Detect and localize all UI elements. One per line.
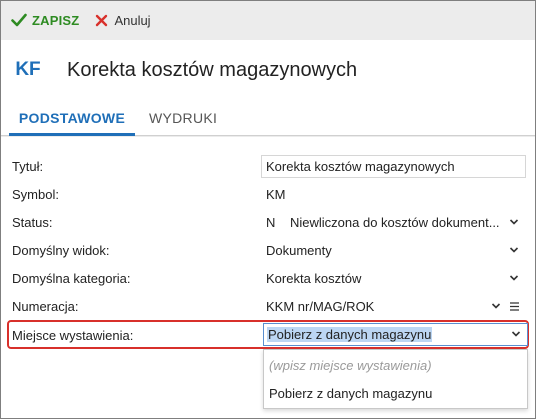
place-value: Pobierz z danych magazynu (267, 327, 433, 342)
default-view-select[interactable]: Dokumenty (261, 239, 526, 262)
default-view-label: Domyślny widok: (12, 243, 110, 258)
symbol-label: Symbol: (12, 187, 59, 202)
place-option-item[interactable]: Pobierz z danych magazynu (269, 386, 432, 401)
save-button[interactable]: ZAPISZ (11, 13, 79, 28)
title-label: Tytuł: (12, 159, 44, 174)
status-code: N (266, 215, 276, 230)
form-row-status: Status: N Niewliczona do kosztów dokument… (1, 209, 535, 237)
hamburger-menu-icon[interactable] (510, 302, 519, 311)
checkmark-icon (11, 13, 27, 27)
default-category-label: Domyślna kategoria: (12, 271, 131, 286)
chevron-down-icon (509, 219, 519, 225)
page-header: KF Korekta kosztów magazynowych (1, 40, 535, 100)
tab-bar: PODSTAWOWE WYDRUKI (1, 100, 535, 136)
cancel-button-label: Anuluj (114, 12, 151, 28)
symbol-value: KM (266, 187, 286, 202)
default-view-value: Dokumenty (266, 243, 332, 258)
place-dropdown: (wpisz miejsce wystawienia) Pobierz z da… (263, 349, 528, 409)
status-label: Status: (12, 215, 53, 230)
chevron-down-icon (509, 247, 519, 253)
status-select[interactable]: N Niewliczona do kosztów dokument... (261, 211, 526, 234)
cancel-button[interactable]: Anuluj (95, 12, 151, 28)
default-category-select[interactable]: Korekta kosztów (261, 267, 526, 290)
toolbar: ZAPISZ Anuluj (1, 1, 535, 39)
tab-wydruki[interactable]: WYDRUKI (149, 100, 217, 136)
tab-podstawowe[interactable]: PODSTAWOWE (9, 100, 135, 136)
form-row-default-category: Domyślna kategoria: Korekta kosztów (1, 265, 535, 293)
numbering-label: Numeracja: (12, 299, 79, 314)
form-row-numbering: Numeracja: KKM nr/MAG/ROK (1, 293, 535, 321)
form-row-symbol: Symbol: KM (1, 181, 535, 209)
numbering-value: KKM nr/MAG/ROK (266, 299, 375, 314)
form-row-default-view: Domyślny widok: Dokumenty (1, 237, 535, 265)
document-type-badge: KF (5, 47, 51, 93)
place-select[interactable]: Pobierz z danych magazynu (263, 323, 528, 346)
title-input[interactable]: Korekta kosztów magazynowych (261, 155, 526, 178)
page-title: Korekta kosztów magazynowych (67, 58, 358, 81)
form-row-title: Tytuł: Korekta kosztów magazynowych (1, 153, 535, 181)
place-option-placeholder[interactable]: (wpisz miejsce wystawienia) (269, 358, 432, 373)
status-value: Niewliczona do kosztów dokument... (290, 215, 500, 230)
chevron-down-icon (509, 275, 519, 281)
chevron-down-icon (491, 303, 501, 309)
close-icon (96, 14, 108, 26)
chevron-down-icon (511, 331, 521, 337)
numbering-select[interactable]: KKM nr/MAG/ROK (261, 295, 526, 318)
default-category-value: Korekta kosztów (266, 271, 362, 286)
save-button-label: ZAPISZ (32, 12, 80, 28)
